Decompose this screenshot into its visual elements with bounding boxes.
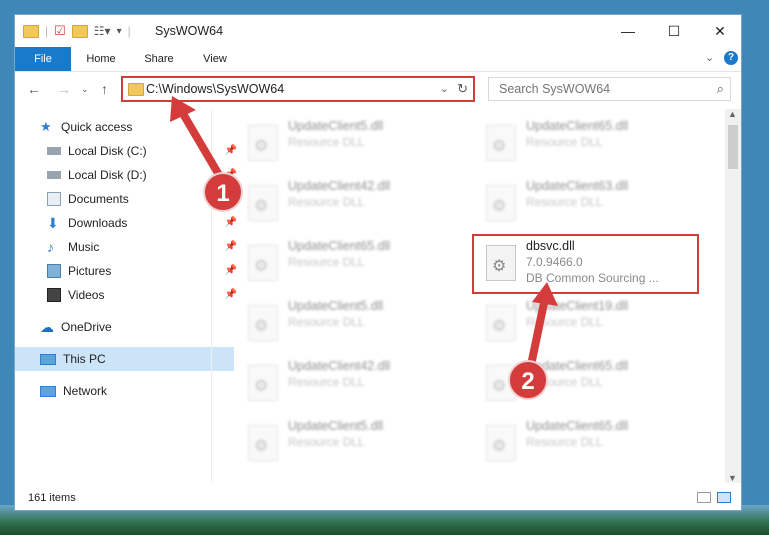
arrow-1-shaft <box>178 108 226 184</box>
callout-1: 1 <box>203 172 243 212</box>
arrow-2-head <box>532 282 558 306</box>
arrow-2-shaft <box>526 294 549 374</box>
annotation-arrows <box>170 96 558 374</box>
callout-2: 2 <box>508 360 548 400</box>
